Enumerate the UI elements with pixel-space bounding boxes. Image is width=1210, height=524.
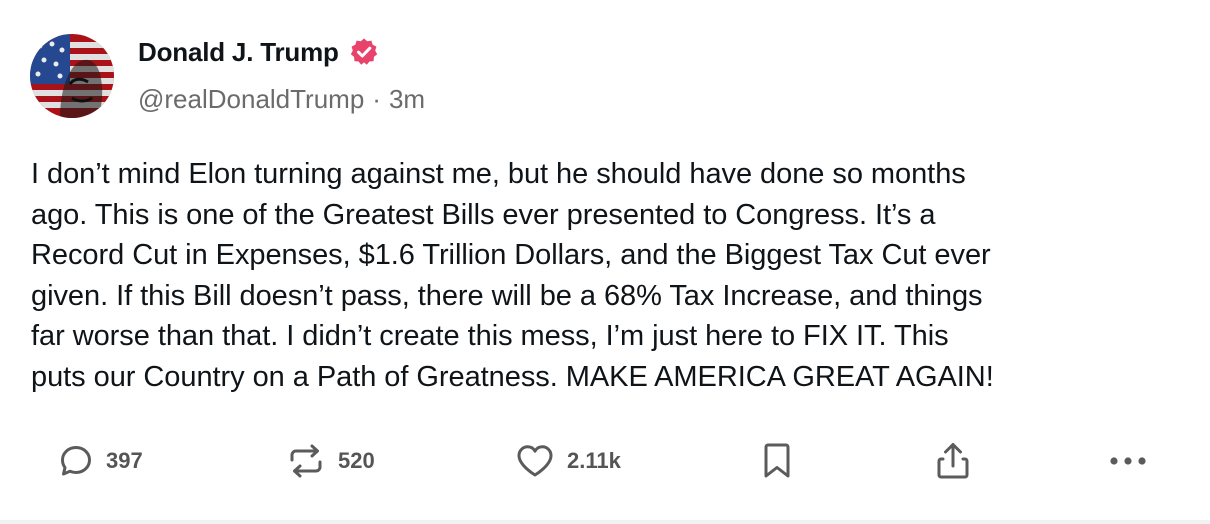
repost-icon	[286, 443, 326, 479]
author-display-name[interactable]: Donald J. Trump	[138, 37, 339, 68]
heart-icon	[515, 443, 555, 479]
share-button[interactable]	[934, 436, 972, 486]
action-bar: 397 520 2.11k	[0, 436, 1210, 486]
post-card: Donald J. Trump @realDonaldTrump · 3m I …	[0, 0, 1210, 524]
share-icon	[934, 441, 972, 481]
post-timestamp[interactable]: 3m	[389, 84, 425, 115]
like-count: 2.11k	[567, 448, 621, 473]
reply-icon	[58, 443, 94, 479]
repost-count: 520	[338, 448, 375, 473]
reply-count: 397	[106, 448, 143, 473]
author-name-row: Donald J. Trump	[138, 34, 379, 70]
bookmark-button[interactable]	[760, 436, 794, 486]
more-icon	[1108, 455, 1148, 467]
author-meta-row: @realDonaldTrump · 3m	[138, 84, 425, 115]
post-body-text: I don’t mind Elon turning against me, bu…	[31, 158, 994, 393]
repost-button[interactable]: 520	[286, 436, 375, 486]
meta-separator: ·	[372, 84, 381, 114]
divider	[0, 520, 1210, 524]
verified-badge-icon	[349, 37, 379, 67]
bookmark-icon	[760, 442, 794, 480]
avatar-image	[30, 34, 114, 118]
avatar[interactable]	[30, 34, 114, 118]
more-options-button[interactable]	[1108, 436, 1148, 486]
author-handle[interactable]: @realDonaldTrump	[138, 84, 364, 115]
reply-button[interactable]: 397	[58, 436, 143, 486]
like-button[interactable]: 2.11k	[515, 436, 621, 486]
